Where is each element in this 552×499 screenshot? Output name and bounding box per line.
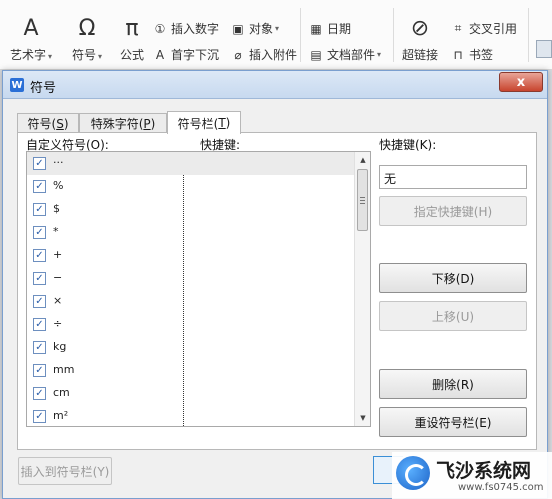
formula-button[interactable]: π 公式 xyxy=(118,14,146,63)
checkbox[interactable]: ✓ xyxy=(33,410,46,423)
object-icon: ▣ xyxy=(232,21,244,36)
scroll-up-icon[interactable]: ▲ xyxy=(355,152,370,168)
symbol-label: 符号 xyxy=(72,48,97,62)
bookmark-icon: ⊓ xyxy=(453,47,463,62)
symbol-dialog: W 符号 x 符号(S) 特殊字符(P) 符号栏(T) 自定义符号(O): 快捷… xyxy=(2,70,548,499)
list-item[interactable]: ✓ × xyxy=(27,290,354,313)
close-button[interactable]: x xyxy=(499,72,543,92)
ribbon-separator xyxy=(528,8,529,62)
paperclip-icon: ⌀ xyxy=(234,47,242,62)
checkbox[interactable]: ✓ xyxy=(33,157,46,170)
list-item[interactable]: ✓ ··· xyxy=(27,152,354,175)
move-up-button[interactable]: 上移(U) xyxy=(379,301,527,331)
pi-icon: π xyxy=(125,15,139,41)
ribbon-separator xyxy=(300,8,301,62)
symbol-bar-panel: 自定义符号(O): 快捷键: 快捷键(K): ✓ ··· ✓% ✓ $ ✓ * ✓ + … xyxy=(17,132,537,450)
art-text-label: 艺术字 xyxy=(10,48,47,62)
site-watermark: 飞沙系统网 www.fs0745.com xyxy=(392,452,552,499)
scrollbar-thumb[interactable] xyxy=(357,169,368,231)
watermark-url: www.fs0745.com xyxy=(458,482,544,493)
move-down-button[interactable]: 下移(D) xyxy=(379,263,527,293)
tab-symbol-bar[interactable]: 符号栏(T) xyxy=(167,111,241,134)
reset-symbol-bar-button[interactable]: 重设符号栏(E) xyxy=(379,407,527,437)
list-item[interactable]: ✓% xyxy=(27,175,354,198)
checkbox[interactable]: ✓ xyxy=(33,364,46,377)
list-item[interactable]: ✓ ÷ xyxy=(27,313,354,336)
doc-parts-icon: ▤ xyxy=(310,47,322,62)
delete-button[interactable]: 删除(R) xyxy=(379,369,527,399)
dialog-title: 符号 xyxy=(30,81,57,96)
scroll-down-icon[interactable]: ▼ xyxy=(355,410,370,426)
formula-label: 公式 xyxy=(119,48,144,62)
symbol-button[interactable]: Ω 符号 ▾ xyxy=(72,14,102,63)
checkbox[interactable]: ✓ xyxy=(33,272,46,285)
cross-reference-button[interactable]: ⌗ 交叉引用 xyxy=(450,20,517,37)
checkbox[interactable]: ✓ xyxy=(33,295,46,308)
tab-symbols[interactable]: 符号(S) xyxy=(17,113,79,133)
hyperlink-button[interactable]: ⊘ 超链接 xyxy=(402,14,438,63)
checkbox[interactable]: ✓ xyxy=(33,387,46,400)
date-button[interactable]: ▦ 日期 xyxy=(308,20,351,37)
list-item[interactable]: ✓ mm xyxy=(27,359,354,382)
list-item[interactable]: ✓ kg xyxy=(27,336,354,359)
grip-line xyxy=(360,200,365,201)
wps-app-icon: W xyxy=(10,78,24,92)
ribbon-separator xyxy=(393,8,394,62)
list-item[interactable]: ✓ − xyxy=(27,267,354,290)
insert-number-button[interactable]: ① 插入数字 xyxy=(152,20,219,37)
list-scrollbar[interactable]: ▲ ▼ xyxy=(354,152,370,426)
doc-parts-button[interactable]: ▤ 文档部件 ▾ xyxy=(308,46,381,63)
list-item[interactable]: ✓ cm xyxy=(27,382,354,405)
number-icon: ① xyxy=(154,21,166,36)
art-text-button[interactable]: A 艺术字 ▾ xyxy=(10,14,52,63)
checkbox[interactable]: ✓ xyxy=(33,203,46,216)
object-button[interactable]: ▣ 对象 ▾ xyxy=(230,20,279,37)
cross-reference-icon: ⌗ xyxy=(454,21,462,35)
checkbox[interactable]: ✓ xyxy=(33,249,46,262)
more-button[interactable] xyxy=(536,40,552,58)
tab-special-chars[interactable]: 特殊字符(P) xyxy=(79,113,167,133)
list-item[interactable]: ✓ m² xyxy=(27,405,354,426)
grip-line xyxy=(360,203,365,204)
checkbox[interactable]: ✓ xyxy=(33,341,46,354)
assign-shortcut-button[interactable]: 指定快捷键(H) xyxy=(379,196,527,226)
link-icon: ⊘ xyxy=(410,15,430,41)
drop-cap-button[interactable]: A 首字下沉 xyxy=(152,46,219,63)
checkbox[interactable]: ✓ xyxy=(33,318,46,331)
site-logo-icon xyxy=(396,456,430,490)
checkbox[interactable]: ✓ xyxy=(33,226,46,239)
close-icon: x xyxy=(516,74,526,90)
grip-line xyxy=(360,197,365,198)
insert-to-symbol-bar-button[interactable]: 插入到符号栏(Y) xyxy=(18,457,112,485)
ribbon-toolbar: A 艺术字 ▾ Ω 符号 ▾ π 公式 ① 插入数字 A 首字下沉 ▣ 对象 ▾ ⌀ 插入附件… xyxy=(0,0,552,70)
insert-attachment-button[interactable]: ⌀ 插入附件 xyxy=(230,46,297,63)
art-text-icon: A xyxy=(23,15,39,41)
list-item[interactable]: ✓ * xyxy=(27,221,354,244)
checkbox[interactable]: ✓ xyxy=(33,180,46,193)
drop-cap-icon: A xyxy=(155,47,165,62)
shortcut-label: 快捷键(K): xyxy=(379,138,437,152)
list-item[interactable]: ✓ $ xyxy=(27,198,354,221)
shortcut-input[interactable]: 无 xyxy=(379,165,527,189)
omega-icon: Ω xyxy=(78,15,96,41)
calendar-icon: ▦ xyxy=(310,21,322,36)
list-item[interactable]: ✓ + xyxy=(27,244,354,267)
symbol-list[interactable]: ✓ ··· ✓% ✓ $ ✓ * ✓ + ✓ − ✓ × ✓ ÷ ✓ kg ✓ mm ✓ cm ✓ m… xyxy=(26,151,371,427)
bookmark-button[interactable]: ⊓ 书签 xyxy=(450,46,493,63)
watermark-title: 飞沙系统网 xyxy=(436,460,532,482)
dialog-titlebar[interactable]: W 符号 x xyxy=(3,71,547,99)
